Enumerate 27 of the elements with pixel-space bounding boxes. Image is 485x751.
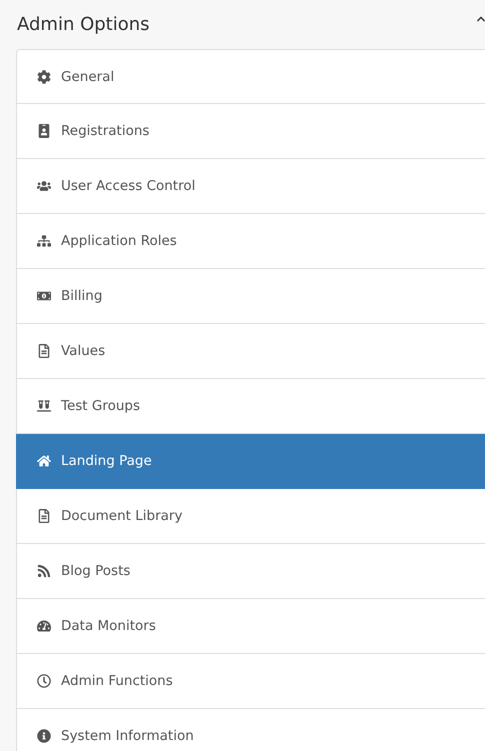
document-icon	[37, 344, 51, 358]
home-icon	[37, 454, 51, 468]
info-icon	[37, 729, 51, 743]
sitemap-icon	[37, 234, 51, 248]
menu-item[interactable]: Document Library	[16, 489, 485, 544]
document-icon	[37, 509, 51, 523]
panel-title: Admin Options	[17, 14, 150, 35]
menu-item[interactable]: System Information	[16, 709, 485, 751]
badge-icon	[37, 124, 51, 138]
gear-icon	[37, 70, 51, 84]
menu-item[interactable]: General	[16, 49, 485, 104]
menu-item[interactable]: Application Roles	[16, 214, 485, 269]
menu-item[interactable]: User Access Control	[16, 159, 485, 214]
menu-item[interactable]: Billing	[16, 269, 485, 324]
menu-item[interactable]: Registrations	[16, 104, 485, 159]
menu-item[interactable]: Values	[16, 324, 485, 379]
gauge-icon	[37, 619, 51, 633]
menu-item[interactable]: Landing Page	[16, 434, 485, 489]
clock-icon	[37, 674, 51, 688]
menu-item[interactable]: Blog Posts	[16, 544, 485, 599]
users-icon	[37, 179, 51, 193]
menu-item[interactable]: Admin Functions	[16, 654, 485, 709]
test-tubes-icon	[37, 399, 51, 413]
banknote-icon	[37, 289, 51, 303]
menu-item[interactable]: Data Monitors	[16, 599, 485, 654]
rss-icon	[37, 564, 51, 578]
menu-item[interactable]: Test Groups	[16, 379, 485, 434]
